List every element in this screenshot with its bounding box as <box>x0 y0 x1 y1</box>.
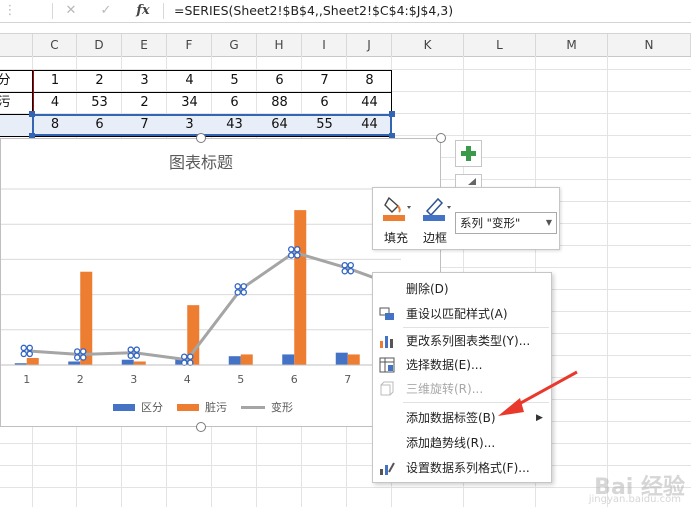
menu-item-label: 三维旋转(R)... <box>406 382 484 396</box>
series-dropdown[interactable]: 系列 "变形" ▼ <box>455 212 557 234</box>
table-cell[interactable]: 6 <box>257 70 302 92</box>
column-header-h[interactable]: H <box>257 34 302 56</box>
3d-rotation-icon <box>380 381 394 396</box>
chart-resize-handle[interactable] <box>436 133 446 143</box>
column-header-n[interactable]: N <box>608 34 691 56</box>
bar-区分[interactable] <box>335 352 348 365</box>
bar-脏污[interactable] <box>240 354 253 365</box>
fill-button[interactable] <box>381 194 411 224</box>
column-header-c[interactable]: C <box>33 34 77 56</box>
column-header-k[interactable]: K <box>392 34 464 56</box>
formula-bar: ⋮ ✕ ✓ fx =SERIES(Sheet2!$B$4,,Sheet2!$C$… <box>0 0 691 23</box>
table-cell[interactable]: 7 <box>302 70 347 92</box>
column-header: C D E F G H I J K L M N <box>0 33 691 57</box>
menu-item-reset-style[interactable]: 重设以匹配样式(A) <box>373 302 551 326</box>
table-cell[interactable]: 8 <box>347 70 392 92</box>
table-cell[interactable]: 1 <box>33 70 77 92</box>
change-chart-type-icon <box>380 336 393 348</box>
series-dropdown-value: 系列 "变形" <box>460 216 521 230</box>
table-cell[interactable]: 53 <box>77 92 122 114</box>
legend-label: 区分 <box>141 401 163 414</box>
x-tick-label: 7 <box>344 373 351 386</box>
insert-function-button[interactable]: fx <box>126 0 160 22</box>
watermark-subtext: jingyan.baidu.com <box>588 494 681 505</box>
x-tick-label: 4 <box>184 373 191 386</box>
x-tick-label: 2 <box>77 373 84 386</box>
menu-item-label: 选择数据(E)... <box>406 358 483 372</box>
column-header-d[interactable]: D <box>77 34 122 56</box>
x-tick-label: 1 <box>23 373 30 386</box>
table-cell[interactable]: 6 <box>302 92 347 114</box>
table-cell[interactable]: 34 <box>167 92 212 114</box>
x-tick-label: 3 <box>130 373 137 386</box>
legend-label: 变形 <box>271 401 293 414</box>
bar-脏污[interactable] <box>347 354 360 365</box>
menu-item-label: 设置数据系列格式(F)... <box>406 461 530 475</box>
table-cell[interactable]: 4 <box>167 70 212 92</box>
more-icon[interactable]: ⋮ <box>0 0 20 22</box>
column-header-i[interactable]: I <box>302 34 347 56</box>
chart-legend[interactable]: 区分 脏污 变形 <box>111 399 311 415</box>
plus-icon <box>461 146 476 161</box>
legend-swatch <box>241 406 265 409</box>
legend-swatch <box>113 404 135 411</box>
menu-item-add-trendline[interactable]: 添加趋势线(R)... <box>373 431 551 455</box>
menu-item-label: 删除(D) <box>406 282 449 296</box>
bar-脏污[interactable] <box>26 357 39 365</box>
data-table: 分 污 形 1 2 3 4 5 6 7 8 4 53 2 34 6 88 6 4… <box>0 70 395 139</box>
format-series-icon <box>380 462 395 475</box>
menu-item-label: 更改系列图表类型(Y)... <box>406 334 531 348</box>
chart-elements-button[interactable] <box>455 140 482 167</box>
column-header-f[interactable]: F <box>167 34 212 56</box>
reset-style-icon <box>379 307 394 320</box>
series-range-highlight <box>32 114 392 136</box>
table-cell[interactable]: 6 <box>212 92 257 114</box>
column-header-l[interactable]: L <box>464 34 536 56</box>
column-header-j[interactable]: J <box>347 34 392 56</box>
check-icon[interactable]: ✓ <box>89 0 123 22</box>
menu-item-delete[interactable]: 删除(D) <box>373 277 551 301</box>
column-header-m[interactable]: M <box>536 34 608 56</box>
formula-input[interactable]: =SERIES(Sheet2!$B$4,,Sheet2!$C$4:$J$4,3) <box>174 0 453 22</box>
cancel-icon[interactable]: ✕ <box>54 0 88 22</box>
border-label: 边框 <box>423 231 448 245</box>
column-header-g[interactable]: G <box>212 34 257 56</box>
bar-区分[interactable] <box>228 356 241 365</box>
menu-item-label: 重设以匹配样式(A) <box>406 307 508 321</box>
x-tick-label: 5 <box>237 373 244 386</box>
paint-bucket-icon <box>383 196 411 221</box>
border-button[interactable] <box>421 194 451 224</box>
table-cell[interactable]: 4 <box>33 92 77 114</box>
bar-区分[interactable] <box>68 361 81 365</box>
column-header-e[interactable]: E <box>122 34 167 56</box>
format-mini-toolbar: 填充 边框 系列 "变形" ▼ <box>372 187 560 250</box>
column-header-blank <box>0 34 33 56</box>
fill-label: 填充 <box>384 231 409 245</box>
table-cell[interactable]: 44 <box>347 92 392 114</box>
table-cell[interactable]: 88 <box>257 92 302 114</box>
pen-icon <box>423 197 451 221</box>
table-cell[interactable]: 5 <box>212 70 257 92</box>
bar-区分[interactable] <box>121 359 134 365</box>
menu-item-label: 添加趋势线(R)... <box>406 436 496 450</box>
legend-swatch <box>177 404 199 411</box>
menu-item-format-series[interactable]: 设置数据系列格式(F)... <box>373 456 551 480</box>
select-data-icon <box>379 357 395 373</box>
menu-item-change-chart-type[interactable]: 更改系列图表类型(Y)... <box>373 329 551 353</box>
legend-label: 脏污 <box>205 401 227 414</box>
x-tick-label: 6 <box>291 373 298 386</box>
table-cell[interactable]: 2 <box>122 92 167 114</box>
chart-styles-button[interactable] <box>455 174 482 188</box>
chart-resize-handle[interactable] <box>196 133 206 143</box>
table-cell[interactable]: 3 <box>122 70 167 92</box>
paint-brush-icon <box>468 178 476 185</box>
chart-resize-handle[interactable] <box>196 422 206 432</box>
table-cell[interactable]: 2 <box>77 70 122 92</box>
bar-脏污[interactable] <box>294 210 307 365</box>
annotation-arrow <box>498 370 578 416</box>
bar-区分[interactable] <box>282 354 295 365</box>
chevron-down-icon: ▼ <box>545 218 552 227</box>
bar-脏污[interactable] <box>133 361 146 365</box>
